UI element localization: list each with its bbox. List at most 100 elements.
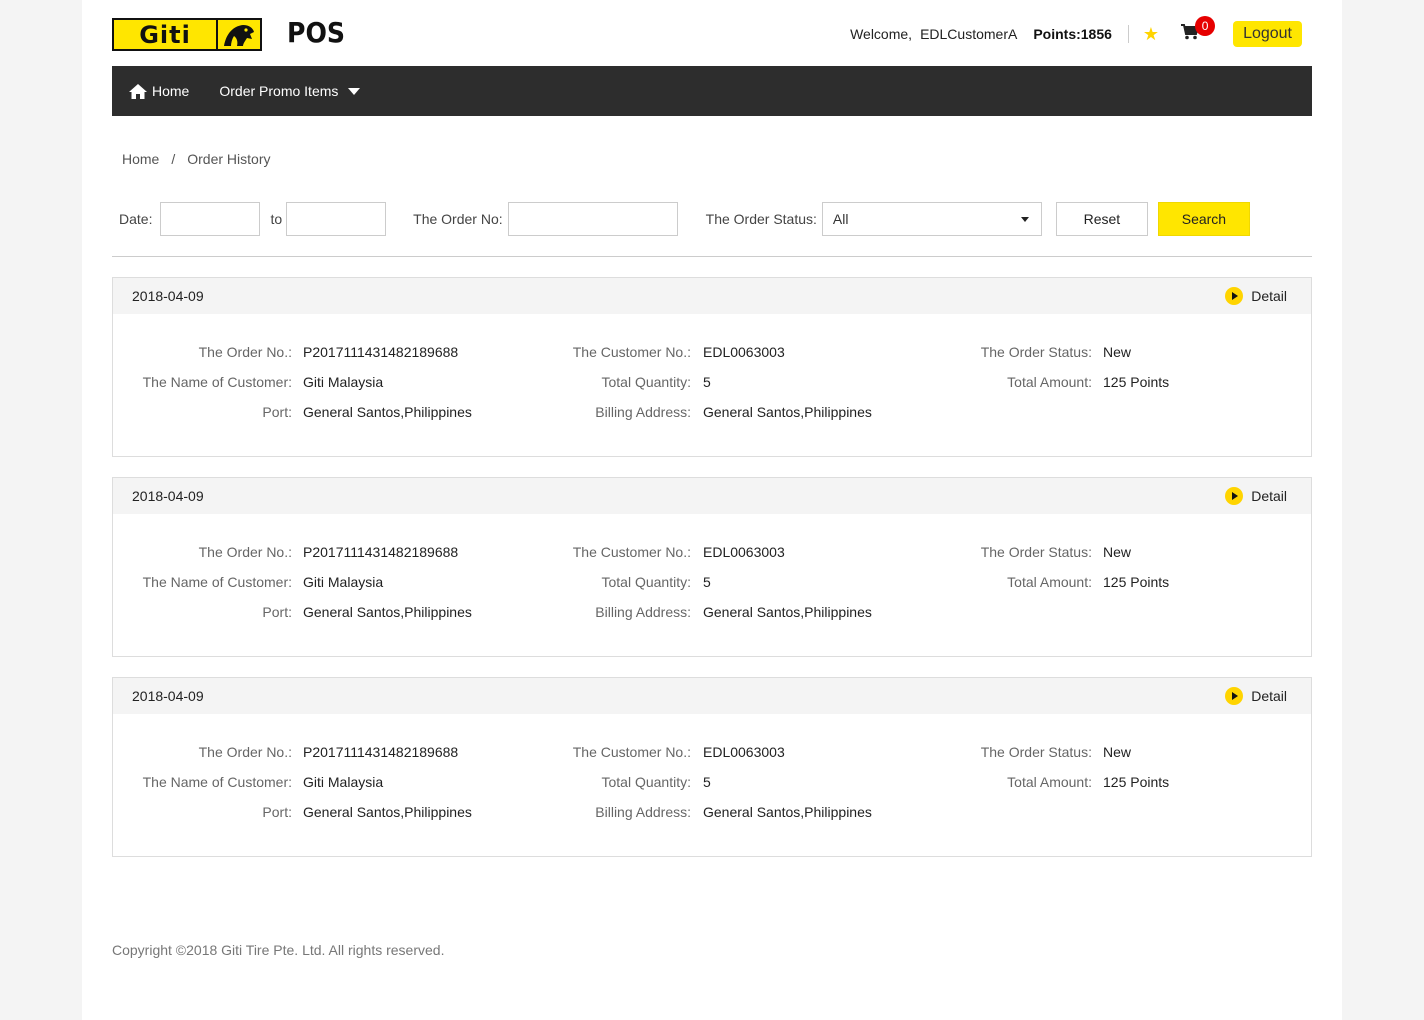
order-status-label: The Order Status: xyxy=(980,744,1092,760)
order-status-select[interactable]: All xyxy=(821,202,1042,236)
order-card: 2018-04-09 Detail The Order No.: P201711… xyxy=(112,677,1312,857)
order-card-header: 2018-04-09 Detail xyxy=(113,678,1311,714)
chevron-down-icon xyxy=(348,87,361,95)
cart-button[interactable]: 0 xyxy=(1181,16,1216,44)
filter-divider xyxy=(112,256,1312,257)
order-no-value: P2017111431482189688 xyxy=(303,744,459,760)
logo-horse-icon xyxy=(218,20,260,49)
order-date: 2018-04-09 xyxy=(132,288,204,304)
billing-address-label: Billing Address: xyxy=(595,604,691,620)
nav-promo-label: Order Promo Items xyxy=(219,83,339,99)
order-status-label: The Order Status: xyxy=(705,211,817,227)
play-circle-icon xyxy=(1225,487,1244,505)
filter-bar: Date: to The Order No: The Order Status:… xyxy=(119,202,1250,236)
order-card: 2018-04-09 Detail The Order No.: P201711… xyxy=(112,477,1312,657)
date-to-input[interactable] xyxy=(286,202,387,236)
port-value: General Santos,Philippines xyxy=(303,804,472,820)
order-no-value: P2017111431482189688 xyxy=(303,344,459,360)
detail-link[interactable]: Detail xyxy=(1225,687,1287,705)
order-no-value: P2017111431482189688 xyxy=(303,544,459,560)
detail-link[interactable]: Detail xyxy=(1225,287,1287,305)
total-quantity-label: Total Quantity: xyxy=(601,774,692,790)
logo-wordmark: Giti xyxy=(114,20,218,49)
caret-down-icon xyxy=(1020,216,1029,222)
port-value: General Santos,Philippines xyxy=(303,604,472,620)
home-icon xyxy=(129,83,147,99)
date-from-input[interactable] xyxy=(160,202,261,236)
billing-address-value: General Santos,Philippines xyxy=(703,404,872,420)
nav-home[interactable]: Home xyxy=(129,83,189,99)
detail-link[interactable]: Detail xyxy=(1225,487,1287,505)
play-circle-icon xyxy=(1225,687,1244,705)
order-card-header: 2018-04-09 Detail xyxy=(113,478,1311,514)
star-icon[interactable]: ★ xyxy=(1143,25,1159,43)
customer-no-label: The Customer No.: xyxy=(572,544,691,560)
order-status-value: New xyxy=(1103,344,1132,360)
total-quantity-label: Total Quantity: xyxy=(601,374,692,390)
billing-address-label: Billing Address: xyxy=(595,404,691,420)
breadcrumb: Home / Order History xyxy=(122,151,270,167)
order-no-input[interactable] xyxy=(507,202,678,236)
port-value: General Santos,Philippines xyxy=(303,404,472,420)
giti-logo[interactable]: Giti xyxy=(112,18,262,51)
order-card-body: The Order No.: P2017111431482189688 The … xyxy=(113,314,1311,456)
copyright-footer: Copyright ©2018 Giti Tire Pte. Ltd. All … xyxy=(112,942,445,958)
user-toolbar: Welcome, EDLCustomerA Points:1856 ★ 0 Lo… xyxy=(850,16,1302,48)
breadcrumb-current: Order History xyxy=(187,151,271,167)
total-quantity-value: 5 xyxy=(703,374,711,390)
detail-label: Detail xyxy=(1251,488,1287,504)
customer-no-value: EDL0063003 xyxy=(703,344,785,360)
port-label: Port: xyxy=(262,804,292,820)
port-label: Port: xyxy=(262,604,292,620)
port-label: Port: xyxy=(262,404,292,420)
customer-name-value: Giti Malaysia xyxy=(303,574,384,590)
main-nav: Home Order Promo Items xyxy=(112,66,1312,116)
welcome-text: Welcome, xyxy=(850,26,913,42)
total-amount-label: Total Amount: xyxy=(1007,774,1092,790)
billing-address-value: General Santos,Philippines xyxy=(703,804,872,820)
customer-name-value: Giti Malaysia xyxy=(303,774,384,790)
total-amount-label: Total Amount: xyxy=(1007,574,1092,590)
date-label: Date: xyxy=(119,211,153,227)
order-date: 2018-04-09 xyxy=(132,488,204,504)
nav-home-label: Home xyxy=(152,83,190,99)
username: EDLCustomerA xyxy=(920,26,1018,42)
total-amount-value: 125 Points xyxy=(1103,374,1170,390)
breadcrumb-home[interactable]: Home xyxy=(122,151,159,167)
order-status-value: New xyxy=(1103,744,1132,760)
points-balance: Points:1856 xyxy=(1033,26,1112,42)
total-amount-value: 125 Points xyxy=(1103,574,1170,590)
order-status-value: New xyxy=(1103,544,1132,560)
reset-button[interactable]: Reset xyxy=(1055,202,1148,236)
order-status-label: The Order Status: xyxy=(980,344,1092,360)
total-amount-label: Total Amount: xyxy=(1007,374,1092,390)
order-no-label: The Order No.: xyxy=(198,344,292,360)
breadcrumb-separator: / xyxy=(171,151,176,167)
customer-name-label: The Name of Customer: xyxy=(142,774,292,790)
customer-name-label: The Name of Customer: xyxy=(142,374,292,390)
total-amount-value: 125 Points xyxy=(1103,774,1170,790)
nav-order-promo-items[interactable]: Order Promo Items xyxy=(219,83,361,99)
app-title: POS xyxy=(287,16,346,49)
search-button[interactable]: Search xyxy=(1157,202,1250,236)
play-circle-icon xyxy=(1225,287,1244,305)
billing-address-label: Billing Address: xyxy=(595,804,691,820)
divider xyxy=(1127,25,1129,43)
order-no-label: The Order No.: xyxy=(198,744,292,760)
total-quantity-label: Total Quantity: xyxy=(601,574,692,590)
logout-button[interactable]: Logout xyxy=(1233,21,1302,47)
order-no-label: The Order No: xyxy=(413,211,503,227)
customer-no-value: EDL0063003 xyxy=(703,744,785,760)
to-label: to xyxy=(270,211,283,227)
order-card-header: 2018-04-09 Detail xyxy=(113,278,1311,314)
order-no-label: The Order No.: xyxy=(198,544,292,560)
order-card-body: The Order No.: P2017111431482189688 The … xyxy=(113,514,1311,656)
order-card: 2018-04-09 Detail The Order No.: P201711… xyxy=(112,277,1312,457)
total-quantity-value: 5 xyxy=(703,774,711,790)
customer-no-label: The Customer No.: xyxy=(572,344,691,360)
customer-no-value: EDL0063003 xyxy=(703,544,785,560)
order-status-selected: All xyxy=(832,211,849,227)
order-date: 2018-04-09 xyxy=(132,688,204,704)
order-list: 2018-04-09 Detail The Order No.: P201711… xyxy=(112,277,1312,877)
customer-name-value: Giti Malaysia xyxy=(303,374,384,390)
